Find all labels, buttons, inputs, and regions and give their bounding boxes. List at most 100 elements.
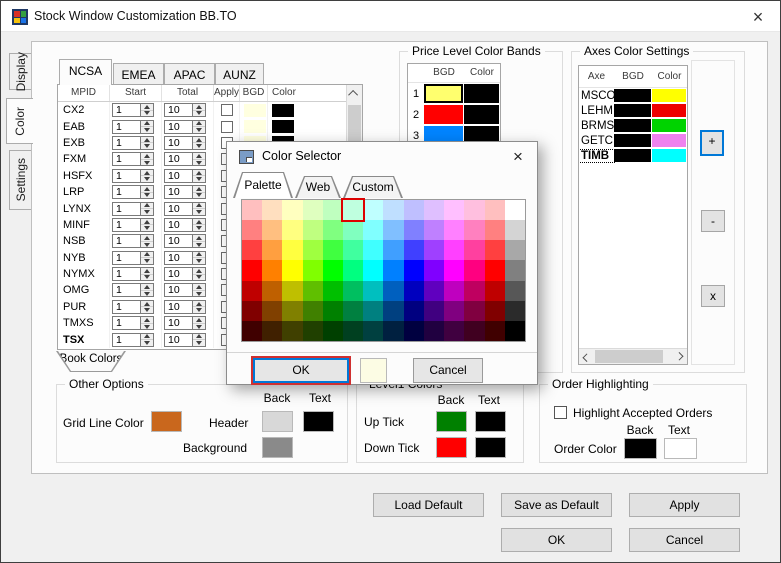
palette-cell-r3-c2[interactable] xyxy=(282,260,302,280)
axe-label[interactable]: LEHM xyxy=(579,105,614,117)
band-bgd-swatch[interactable] xyxy=(424,105,463,124)
palette-cell-r3-c7[interactable] xyxy=(383,260,403,280)
start-spinbox[interactable]: 1 xyxy=(112,185,154,199)
palette-cell-r2-c2[interactable] xyxy=(282,240,302,260)
palette-cell-r3-c6[interactable] xyxy=(363,260,383,280)
palette-cell-r2-c8[interactable] xyxy=(404,240,424,260)
start-spin-down-icon[interactable] xyxy=(141,160,153,166)
total-spin-down-icon[interactable] xyxy=(193,127,205,133)
palette-cell-r2-c12[interactable] xyxy=(485,240,505,260)
palette-cell-r0-c10[interactable] xyxy=(444,200,464,220)
palette-cell-r4-c13[interactable] xyxy=(505,281,525,301)
total-spinbox[interactable]: 10 xyxy=(164,169,206,183)
total-spin-down-icon[interactable] xyxy=(193,176,205,182)
load-default-button[interactable]: Load Default xyxy=(373,493,484,517)
palette-cell-r6-c9[interactable] xyxy=(424,321,444,341)
palette-cell-r5-c7[interactable] xyxy=(383,301,403,321)
start-spin-down-icon[interactable] xyxy=(141,324,153,330)
band-bgd-swatch[interactable] xyxy=(424,84,463,103)
palette-cell-r5-c2[interactable] xyxy=(282,301,302,321)
palette-cell-r3-c10[interactable] xyxy=(444,260,464,280)
axe-bgd-swatch[interactable] xyxy=(614,149,651,162)
palette-cell-r0-c8[interactable] xyxy=(404,200,424,220)
total-spin-down-icon[interactable] xyxy=(193,143,205,149)
total-spin-down-icon[interactable] xyxy=(193,209,205,215)
start-spinbox[interactable]: 1 xyxy=(112,300,154,314)
axe-color-swatch[interactable] xyxy=(652,119,686,132)
start-spinbox[interactable]: 1 xyxy=(112,333,154,347)
palette-cell-r2-c11[interactable] xyxy=(464,240,484,260)
palette-cell-r4-c3[interactable] xyxy=(303,281,323,301)
bgd-swatch[interactable] xyxy=(244,120,266,133)
highlight-accepted-checkbox[interactable] xyxy=(554,406,567,419)
start-spin-down-icon[interactable] xyxy=(141,258,153,264)
start-spinbox[interactable]: 1 xyxy=(112,169,154,183)
axe-bgd-swatch[interactable] xyxy=(614,134,651,147)
tab-custom[interactable]: Custom xyxy=(343,176,403,198)
down-tick-text-swatch[interactable] xyxy=(475,437,506,458)
palette-cell-r2-c0[interactable] xyxy=(242,240,262,260)
palette-cell-r5-c13[interactable] xyxy=(505,301,525,321)
palette-cell-r4-c5[interactable] xyxy=(343,281,363,301)
palette-cell-r5-c5[interactable] xyxy=(343,301,363,321)
order-back-swatch[interactable] xyxy=(624,438,657,459)
palette-cell-r3-c13[interactable] xyxy=(505,260,525,280)
start-spinbox[interactable]: 1 xyxy=(112,120,154,134)
palette-cell-r6-c13[interactable] xyxy=(505,321,525,341)
palette-cell-r2-c5[interactable] xyxy=(343,240,363,260)
palette-cell-r3-c8[interactable] xyxy=(404,260,424,280)
tab-ncsa[interactable]: NCSA xyxy=(59,59,112,85)
total-spinbox[interactable]: 10 xyxy=(164,103,206,117)
start-spin-down-icon[interactable] xyxy=(141,209,153,215)
tab-display[interactable]: Display xyxy=(9,53,32,90)
cancel-button[interactable]: Cancel xyxy=(629,528,740,552)
palette-cell-r5-c10[interactable] xyxy=(444,301,464,321)
palette-cell-r1-c6[interactable] xyxy=(363,220,383,240)
palette-cell-r6-c8[interactable] xyxy=(404,321,424,341)
axe-label[interactable]: GETC xyxy=(579,135,614,147)
palette-cell-r4-c4[interactable] xyxy=(323,281,343,301)
palette-cell-r0-c12[interactable] xyxy=(485,200,505,220)
color-selector-close-icon[interactable]: × xyxy=(507,146,529,168)
palette-cell-r3-c0[interactable] xyxy=(242,260,262,280)
palette-cell-r1-c0[interactable] xyxy=(242,220,262,240)
axe-label[interactable]: BRMS xyxy=(579,120,614,132)
palette-cell-r5-c11[interactable] xyxy=(464,301,484,321)
band-color-swatch[interactable] xyxy=(464,105,499,124)
scroll-right-icon[interactable] xyxy=(673,349,687,364)
total-spin-down-icon[interactable] xyxy=(193,258,205,264)
start-spin-down-icon[interactable] xyxy=(141,143,153,149)
start-spin-down-icon[interactable] xyxy=(141,242,153,248)
palette-cell-r2-c9[interactable] xyxy=(424,240,444,260)
total-spinbox[interactable]: 10 xyxy=(164,120,206,134)
total-spin-down-icon[interactable] xyxy=(193,160,205,166)
palette-cell-r1-c11[interactable] xyxy=(464,220,484,240)
window-close-icon[interactable]: × xyxy=(746,5,770,29)
palette-cell-r6-c11[interactable] xyxy=(464,321,484,341)
dialog-ok-button[interactable]: OK xyxy=(253,358,349,383)
palette-cell-r4-c8[interactable] xyxy=(404,281,424,301)
palette-cell-r4-c2[interactable] xyxy=(282,281,302,301)
axe-label[interactable]: MSCO xyxy=(579,90,614,102)
palette-cell-r6-c6[interactable] xyxy=(363,321,383,341)
palette-cell-r4-c12[interactable] xyxy=(485,281,505,301)
palette-cell-r0-c3[interactable] xyxy=(303,200,323,220)
total-spin-down-icon[interactable] xyxy=(193,193,205,199)
total-spinbox[interactable]: 10 xyxy=(164,251,206,265)
palette-cell-r5-c12[interactable] xyxy=(485,301,505,321)
titlebar[interactable]: Stock Window Customization BB.TO × xyxy=(1,1,780,32)
palette-cell-r2-c10[interactable] xyxy=(444,240,464,260)
palette-cell-r0-c7[interactable] xyxy=(383,200,403,220)
bgd-swatch[interactable] xyxy=(244,104,266,117)
start-spin-down-icon[interactable] xyxy=(141,111,153,117)
axes-hscroll-thumb[interactable] xyxy=(595,350,663,363)
axe-color-swatch[interactable] xyxy=(652,104,686,117)
palette-cell-r0-c1[interactable] xyxy=(262,200,282,220)
palette-cell-r3-c5[interactable] xyxy=(343,260,363,280)
axe-bgd-swatch[interactable] xyxy=(614,119,651,132)
palette-cell-r6-c2[interactable] xyxy=(282,321,302,341)
add-axe-button[interactable]: + xyxy=(700,130,724,156)
color-selector-titlebar[interactable]: Color Selector × xyxy=(227,142,537,172)
palette-cell-r4-c7[interactable] xyxy=(383,281,403,301)
axes-hscrollbar[interactable] xyxy=(579,348,687,364)
